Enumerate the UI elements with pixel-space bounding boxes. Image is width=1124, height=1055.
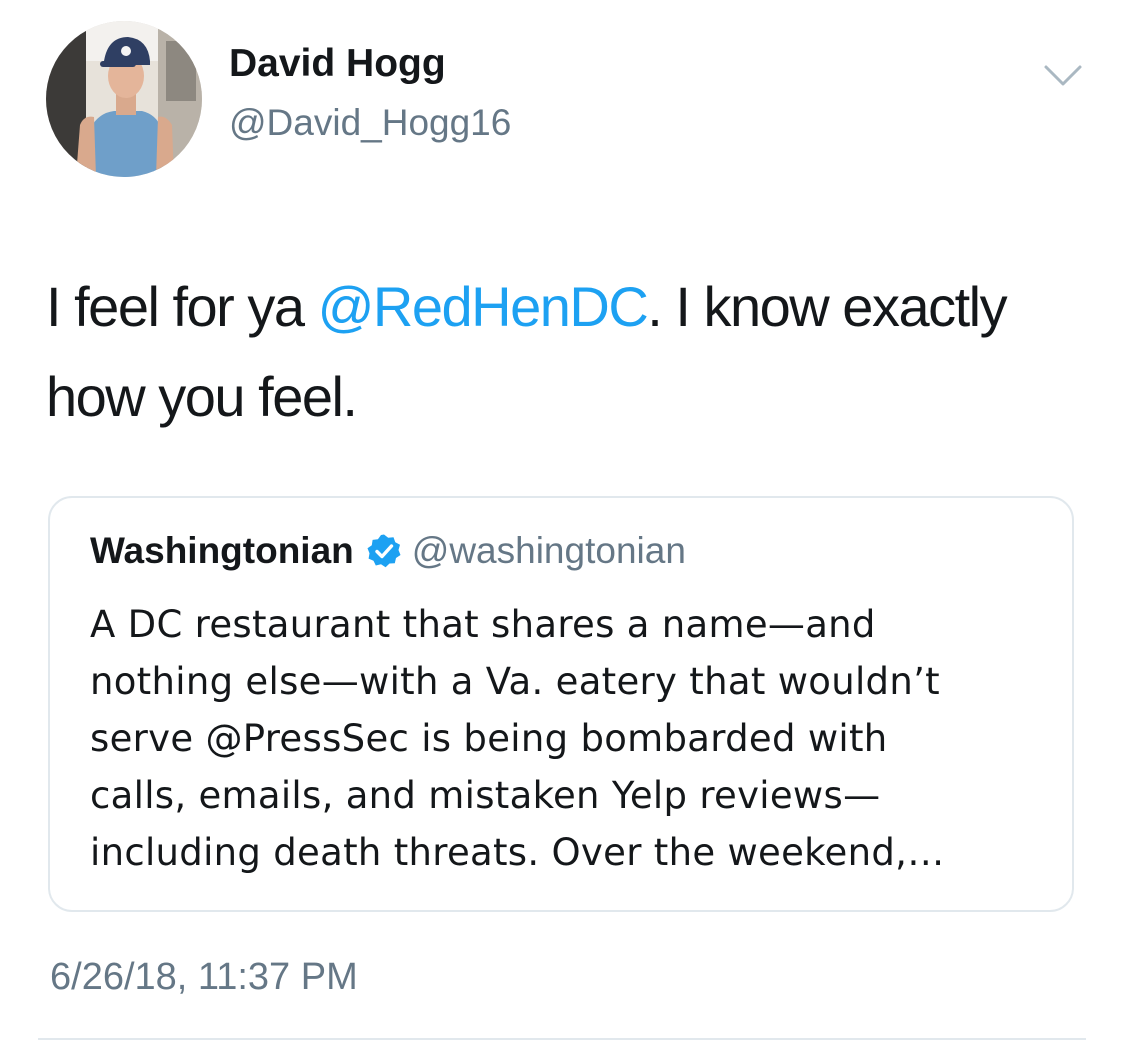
mention-link[interactable]: @RedHenDC: [318, 275, 649, 338]
chevron-down-icon[interactable]: [1040, 58, 1086, 92]
quoted-tweet-line: A DC restaurant that shares a name—and: [90, 603, 876, 646]
quoted-tweet-text: A DC restaurant that shares a name—and n…: [90, 596, 1050, 881]
quoted-author-handle: @washingtonian: [411, 530, 686, 571]
quoted-tweet-line: including death threats. Over the weeken…: [90, 831, 945, 874]
profile-photo: [46, 21, 202, 177]
divider: [38, 1038, 1086, 1040]
verified-badge-icon: [366, 533, 402, 569]
quoted-tweet-header: Washingtonian @washingtonian: [90, 532, 686, 569]
quoted-tweet-line: calls, emails, and mistaken Yelp reviews…: [90, 774, 881, 817]
tweet-timestamp[interactable]: 6/26/18, 11:37 PM: [50, 958, 358, 996]
author-handle[interactable]: @David_Hogg16: [229, 104, 511, 141]
avatar[interactable]: [46, 21, 202, 177]
tweet-text-before: I feel for ya: [46, 275, 318, 338]
quoted-author-name: Washingtonian: [90, 530, 354, 571]
quoted-tweet-line: nothing else—with a Va. eatery that woul…: [90, 660, 940, 703]
quoted-tweet-line: serve @PressSec is being bombarded with: [90, 717, 888, 760]
quoted-tweet-card[interactable]: Washingtonian @washingtonian A DC restau…: [48, 496, 1074, 912]
author-display-name[interactable]: David Hogg: [229, 44, 446, 83]
tweet-text: I feel for ya @RedHenDC. I know exactly …: [46, 262, 1086, 442]
